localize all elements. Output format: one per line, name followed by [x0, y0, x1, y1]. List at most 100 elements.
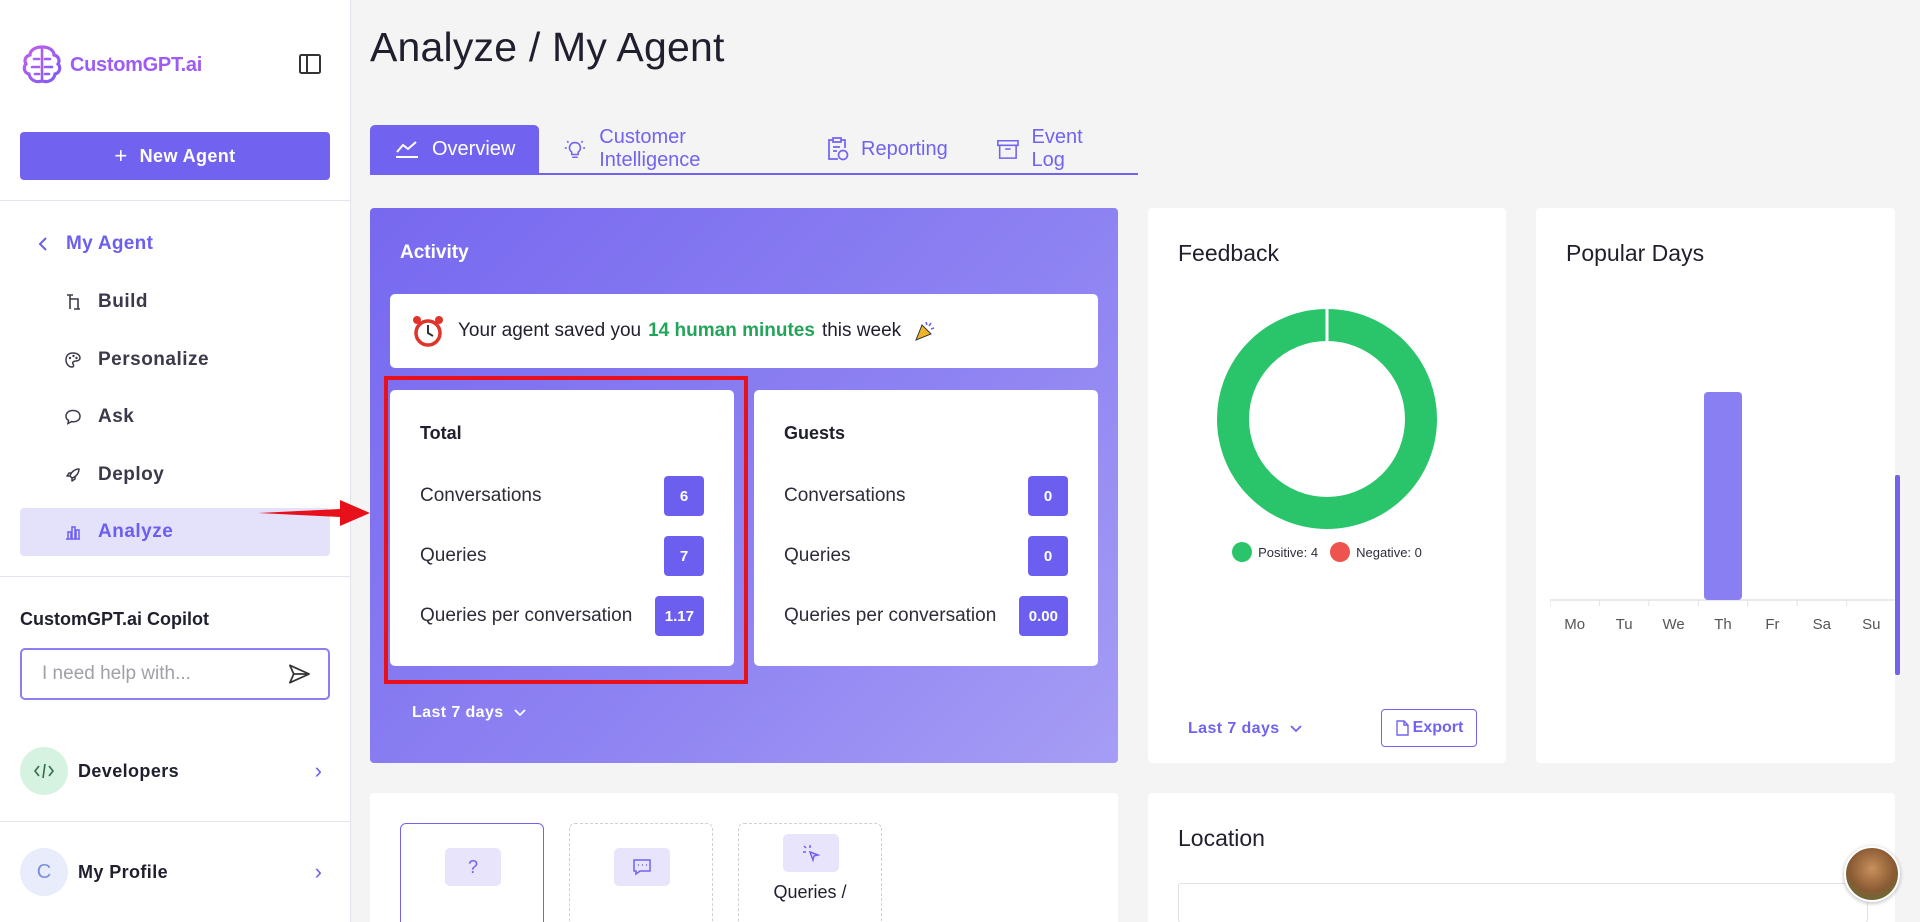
- saved-suffix: this week: [821, 320, 902, 341]
- positive-slice: [1217, 309, 1437, 529]
- annotation-arrow-icon: [258, 500, 370, 526]
- feedback-card: Feedback Positive: 4 Negative: 0 Last 7 …: [1148, 208, 1506, 763]
- stat-value-badge: 0: [1028, 476, 1068, 516]
- new-agent-button[interactable]: + New Agent: [20, 132, 330, 180]
- feedback-donut-chart: [1217, 309, 1437, 529]
- chevron-left-icon: [38, 237, 47, 251]
- divider: [0, 821, 351, 822]
- metric-tile[interactable]: [569, 823, 713, 922]
- stat-label: Conversations: [784, 485, 906, 506]
- logo-text: CustomGPT.ai: [70, 53, 202, 76]
- saved-highlight: 14 human minutes: [648, 320, 815, 341]
- tile-label: Queries /: [773, 882, 847, 902]
- tab-label: Event Log: [1031, 126, 1083, 171]
- popular-days-bar-chart: [1550, 392, 1896, 606]
- alarm-clock-icon: [413, 316, 443, 347]
- sidebar-item-label: Build: [98, 291, 148, 312]
- day-label: Th: [1714, 616, 1732, 633]
- code-icon: [20, 747, 68, 795]
- day-label: Mo: [1564, 616, 1586, 633]
- tab-label: Customer Intelligence: [599, 126, 701, 171]
- send-icon[interactable]: [287, 661, 312, 687]
- tab-label: Overview: [432, 137, 516, 160]
- saved-prefix: Your agent saved you: [458, 320, 642, 341]
- clipboard-icon: [828, 137, 849, 161]
- brain-logo-icon: [22, 45, 62, 84]
- support-chat-avatar[interactable]: [1844, 846, 1900, 902]
- bar-chart-icon: [64, 523, 82, 541]
- day-axis-labels: Mo Tu We Th Fr Sa Su: [1550, 616, 1896, 633]
- divider: [0, 200, 351, 201]
- build-icon: [64, 293, 82, 311]
- copilot-input[interactable]: [42, 663, 287, 685]
- cursor-click-icon: [783, 834, 839, 872]
- sidebar-item-label: Ask: [98, 406, 135, 427]
- negative-legend-label: Negative: 0: [1356, 544, 1422, 560]
- tab-customer-intelligence[interactable]: Customer Intelligence: [539, 125, 801, 173]
- guests-title: Guests: [784, 423, 846, 443]
- export-button[interactable]: Export: [1381, 709, 1477, 747]
- chevron-down-icon: [513, 709, 526, 717]
- tab-overview[interactable]: Overview: [370, 125, 540, 173]
- analytics-tabs: Overview Customer Intelligence Reporting…: [370, 125, 1138, 175]
- back-to-agent-link[interactable]: My Agent: [38, 233, 153, 255]
- sidebar-item-build[interactable]: Build: [20, 278, 330, 326]
- tab-event-log[interactable]: Event Log: [972, 125, 1138, 173]
- sidebar-item-ask[interactable]: Ask: [20, 393, 330, 441]
- developers-label: Developers: [78, 760, 180, 781]
- metric-tile[interactable]: ?: [400, 823, 544, 922]
- period-label: Last 7 days: [1188, 720, 1280, 737]
- profile-label: My Profile: [78, 861, 169, 882]
- metric-tiles: ? Queries /: [370, 793, 1118, 922]
- bar-th[interactable]: [1704, 392, 1742, 600]
- rocket-icon: [64, 466, 82, 484]
- stat-value-badge: 0: [1028, 536, 1068, 576]
- copilot-title: CustomGPT.ai Copilot: [20, 609, 209, 629]
- plus-icon: +: [114, 143, 128, 168]
- developers-link[interactable]: Developers ›: [20, 747, 330, 795]
- day-label: Sa: [1812, 616, 1831, 633]
- metric-tile[interactable]: Queries /: [738, 823, 882, 922]
- my-profile-link[interactable]: C My Profile ›: [20, 848, 330, 896]
- lightbulb-icon: [565, 140, 586, 159]
- archive-icon: [996, 139, 1019, 159]
- avatar: C: [20, 848, 68, 896]
- scrollbar-thumb[interactable]: [1895, 475, 1900, 675]
- chevron-down-icon: [1289, 725, 1302, 733]
- sidebar: CustomGPT.ai + New Agent My Agent Build …: [0, 0, 351, 922]
- location-card: Location: [1148, 793, 1895, 922]
- tab-label: Reporting: [861, 137, 948, 160]
- day-label: Tu: [1615, 616, 1633, 633]
- activity-title: Activity: [400, 242, 469, 263]
- annotation-highlight-box: [384, 376, 748, 684]
- logo[interactable]: CustomGPT.ai: [20, 43, 202, 87]
- feedback-period-select[interactable]: Last 7 days: [1188, 720, 1302, 738]
- sidebar-item-label: Deploy: [98, 464, 165, 485]
- stat-row: Queries per conversation 0.00: [784, 596, 1068, 636]
- page-title: Analyze / My Agent: [370, 24, 725, 70]
- stat-label: Queries per conversation: [784, 605, 997, 626]
- message-icon: [614, 848, 670, 886]
- stat-row: Conversations 0: [784, 476, 1068, 516]
- activity-period-select[interactable]: Last 7 days: [412, 704, 526, 722]
- new-agent-label: New Agent: [139, 145, 236, 166]
- sidebar-collapse-icon[interactable]: [298, 52, 322, 76]
- tab-reporting[interactable]: Reporting: [801, 125, 972, 173]
- day-label: We: [1662, 616, 1685, 633]
- back-label: My Agent: [66, 233, 154, 254]
- chat-icon: [64, 408, 82, 426]
- period-label: Last 7 days: [412, 704, 504, 721]
- positive-legend-label: Positive: 4: [1258, 544, 1319, 560]
- day-label: Su: [1862, 616, 1881, 633]
- negative-legend-dot: [1330, 542, 1351, 562]
- sidebar-item-personalize[interactable]: Personalize: [20, 336, 330, 384]
- chevron-right-icon: ›: [314, 758, 322, 783]
- line-chart-icon: [396, 141, 418, 158]
- positive-legend-dot: [1232, 542, 1253, 562]
- popular-days-title: Popular Days: [1566, 240, 1705, 266]
- time-saved-banner: Your agent saved you 14 human minutes th…: [390, 294, 1098, 368]
- sidebar-item-label: Analyze: [98, 521, 174, 542]
- sidebar-item-deploy[interactable]: Deploy: [20, 451, 330, 499]
- stat-label: Queries: [784, 545, 851, 566]
- feedback-legend: Positive: 4 Negative: 0: [1148, 542, 1506, 562]
